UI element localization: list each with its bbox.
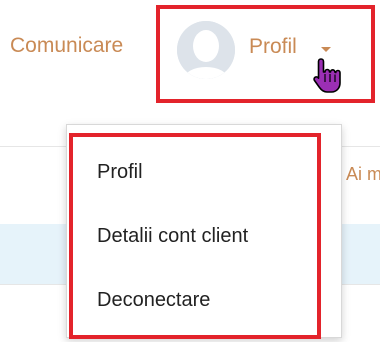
menu-item-deconectare[interactable]: Deconectare: [97, 289, 210, 312]
menu-item-detalii-cont-client[interactable]: Detalii cont client: [97, 225, 248, 248]
avatar[interactable]: [177, 21, 235, 79]
menu-item-profil[interactable]: Profil: [97, 161, 143, 184]
profile-label[interactable]: Profil: [249, 35, 297, 59]
profile-menu-toggle[interactable]: Profil: [156, 5, 375, 103]
partial-link-text[interactable]: Ai m: [346, 164, 380, 185]
nav-comunicare-link[interactable]: Comunicare: [10, 34, 123, 58]
caret-down-icon[interactable]: [321, 47, 331, 52]
page-root: Ai m Comunicare Profil Profil Detalii co…: [0, 0, 380, 342]
profile-dropdown-menu: Profil Detalii cont client Deconectare: [66, 124, 342, 339]
hand-pointer-cursor-icon: [312, 57, 342, 100]
user-avatar-icon: [177, 21, 235, 79]
